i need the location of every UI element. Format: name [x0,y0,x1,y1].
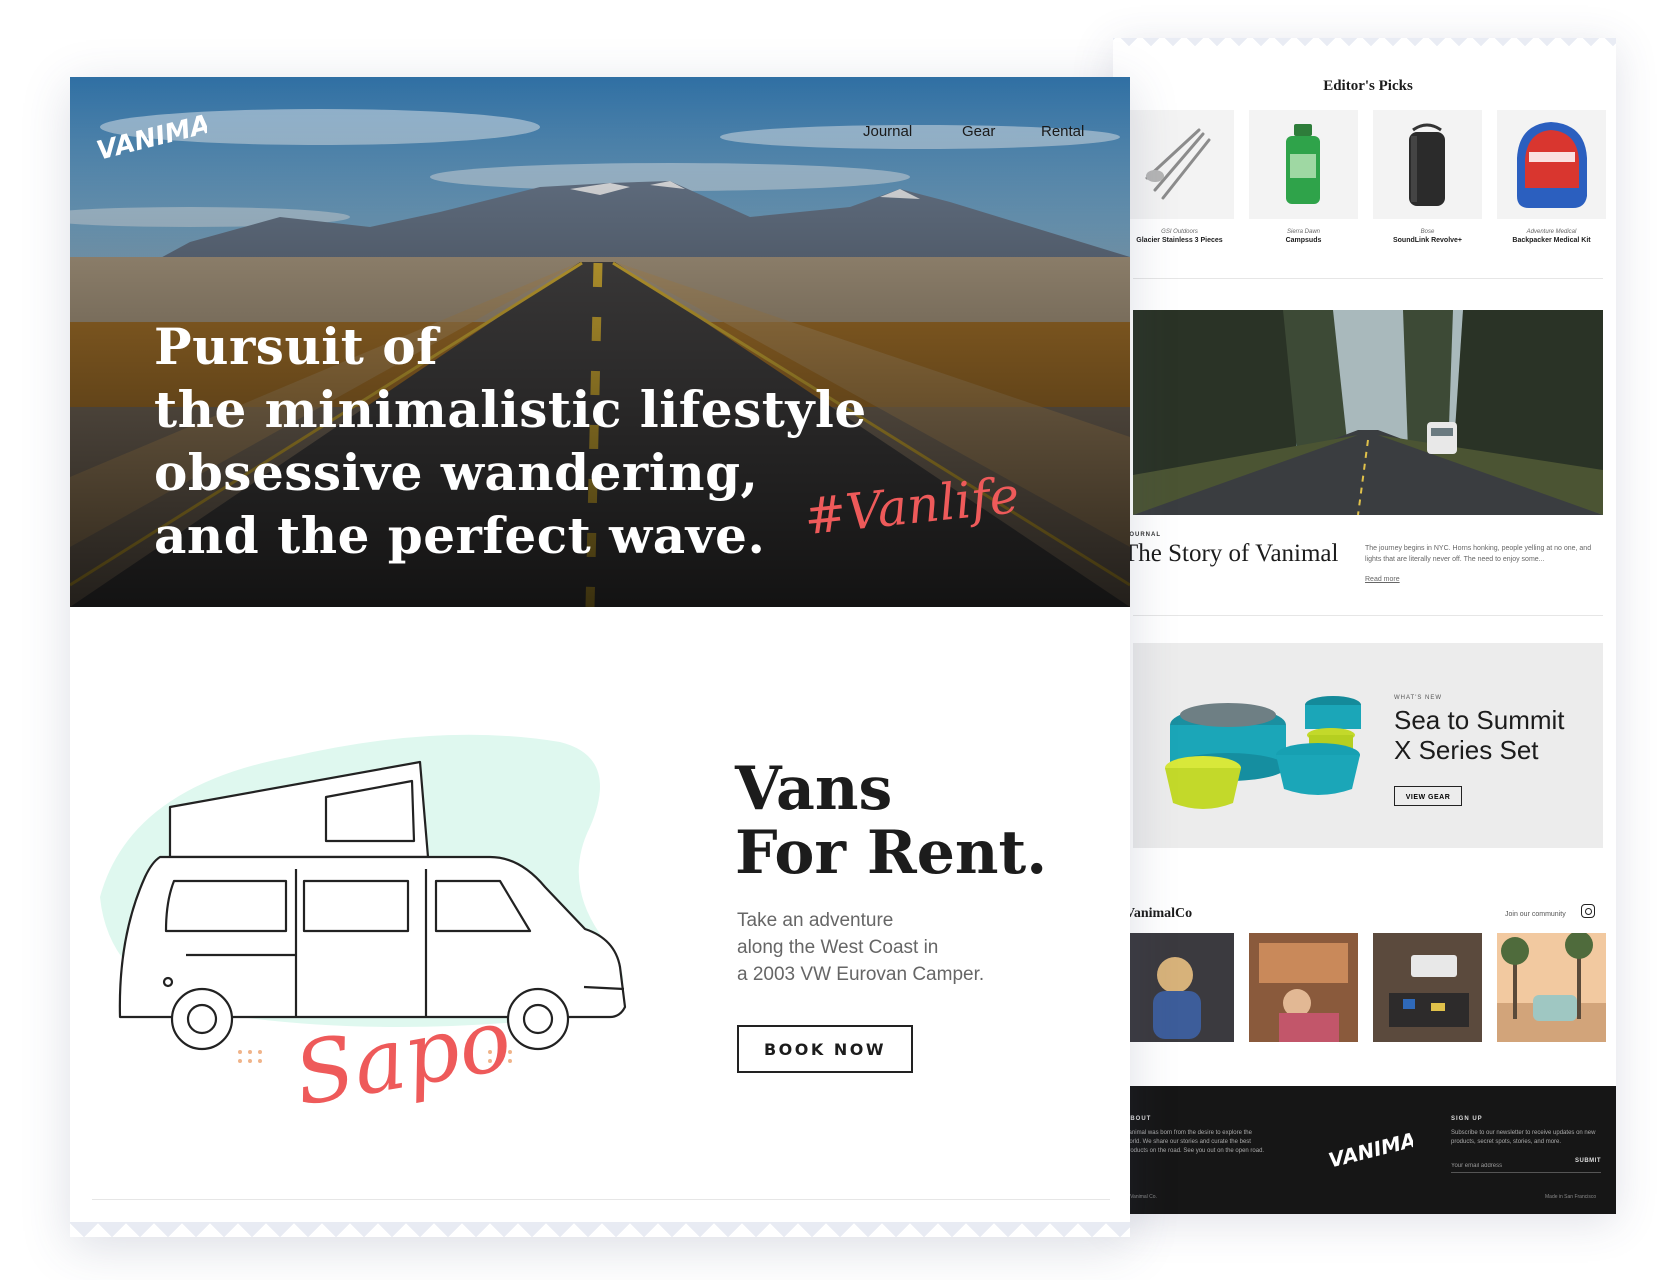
pick-name: SoundLink Revolve+ [1392,237,1463,244]
nav-journal[interactable]: Journal [863,123,912,140]
pick-card-cutlery[interactable]: GSI Outdoors Glacier Stainless 3 Pieces [1125,110,1234,244]
rental-description-line: along the West Coast in [737,937,939,958]
rental-description: Take an adventure along the West Coast i… [737,907,1037,988]
journal-title[interactable]: The Story of Vanimal [1123,540,1338,568]
site-footer: ABOUT Vanimal was born from the desire t… [1113,1086,1616,1214]
hero-headline-line: Pursuit of [154,317,439,376]
divider [1133,615,1603,616]
hero-section: VANIMAL Journal Gear Rental Pursuit of t… [70,77,1130,607]
whats-new-card: WHAT'S NEW Sea to Summit X Series Set VI… [1133,643,1603,848]
torn-edge-bottom [70,1222,1130,1237]
nav-gear[interactable]: Gear [962,123,995,140]
read-more-link[interactable]: Read more [1365,576,1400,583]
divider [92,1199,1110,1200]
hero-headline-line: the minimalistic lifestyle [154,380,867,439]
hero-headline-line: and the perfect wave. [154,506,766,565]
hero-headline-line: obsessive wandering, [154,443,759,502]
community-photo[interactable] [1497,933,1606,1042]
van-illustration: Sapo [100,734,627,1126]
community-handle: VanimalCo [1125,906,1193,921]
vanimal-logo[interactable]: VANIMAL [92,97,207,167]
rental-title: Vans For Rent. [735,757,1047,885]
journal-excerpt: The journey begins in NYC. Horns honking… [1365,545,1592,563]
footer-logo[interactable]: VANIMAL [1323,1126,1413,1170]
newsletter-submit-button[interactable]: SUBMIT [1575,1158,1601,1164]
footer-made-in: Made in San Francisco [1545,1194,1597,1200]
hashtag-text: #Vanlife [801,466,1021,546]
view-gear-button[interactable]: VIEW GEAR [1394,786,1462,806]
community-photo[interactable] [1125,933,1234,1042]
nav-rental[interactable]: Rental [1041,123,1084,140]
footer-logo-text: VANIMAL [1326,1126,1413,1170]
medical-kit-icon [1517,122,1587,208]
footer-signup-text: Subscribe to our newsletter to receive u… [1451,1130,1596,1145]
join-community-link[interactable]: Join our community [1505,911,1566,918]
home-page-preview: VANIMAL Journal Gear Rental Pursuit of t… [70,77,1130,1237]
whats-new-title-line: X Series Set [1394,735,1539,765]
pick-card-medkit[interactable]: Adventure Medical Backpacker Medical Kit [1497,110,1606,244]
bowl-set-image [1165,696,1361,809]
footer-signup-heading: SIGN UP [1451,1116,1483,1122]
hero-headline: Pursuit of the minimalistic lifestyle ob… [154,315,874,567]
pick-card-speaker[interactable]: Bose SoundLink Revolve+ [1373,110,1482,244]
journal-tag: JOURNAL [1125,532,1162,538]
speaker-icon [1409,123,1445,206]
rental-title-line: Vans [735,754,893,824]
pick-brand: Bose [1420,229,1435,235]
divider [1133,278,1603,279]
pick-brand: Adventure Medical [1526,229,1577,235]
cutlery-icon [1145,128,1211,200]
book-now-button[interactable]: BOOK NOW [737,1025,913,1073]
editors-picks-title: Editor's Picks [1323,78,1413,94]
pick-name: Glacier Stainless 3 Pieces [1136,237,1223,244]
community-photo[interactable] [1373,933,1482,1042]
rental-description-line: Take an adventure [737,910,894,931]
journal-forest-photo[interactable] [1133,310,1603,515]
pick-name: Backpacker Medical Kit [1512,237,1591,244]
whats-new-tag: WHAT'S NEW [1394,695,1443,701]
soap-bottle-icon [1286,124,1320,204]
community-photo[interactable] [1249,933,1358,1042]
pick-brand: GSI Outdoors [1161,229,1198,235]
whats-new-title-line: Sea to Summit [1394,705,1565,735]
rental-description-line: a 2003 VW Eurovan Camper. [737,964,985,985]
pick-card-soap[interactable]: Sierra Dawn Campsuds [1249,110,1358,244]
editors-picks-grid: GSI Outdoors Glacier Stainless 3 Pieces … [1125,110,1606,250]
rental-title-line: For Rent. [735,818,1048,888]
instagram-icon[interactable] [1581,904,1595,918]
whats-new-title: Sea to Summit X Series Set [1394,705,1565,765]
footer-about-text: Vanimal was born from the desire to expl… [1125,1130,1265,1154]
rental-section: Sapo Vans For Rent. Take an adventure al… [70,607,1130,1237]
pick-brand: Sierra Dawn [1286,229,1320,235]
gear-page-preview: Editor's Picks GSI Outdoors Glacier Stai… [1113,38,1616,1214]
community-photo-grid [1125,933,1606,1043]
logo-text: VANIMAL [94,105,207,166]
torn-edge-top [1113,38,1616,50]
vanlife-hashtag: #Vanlife [801,466,1021,546]
pick-name: Campsuds [1285,237,1322,244]
